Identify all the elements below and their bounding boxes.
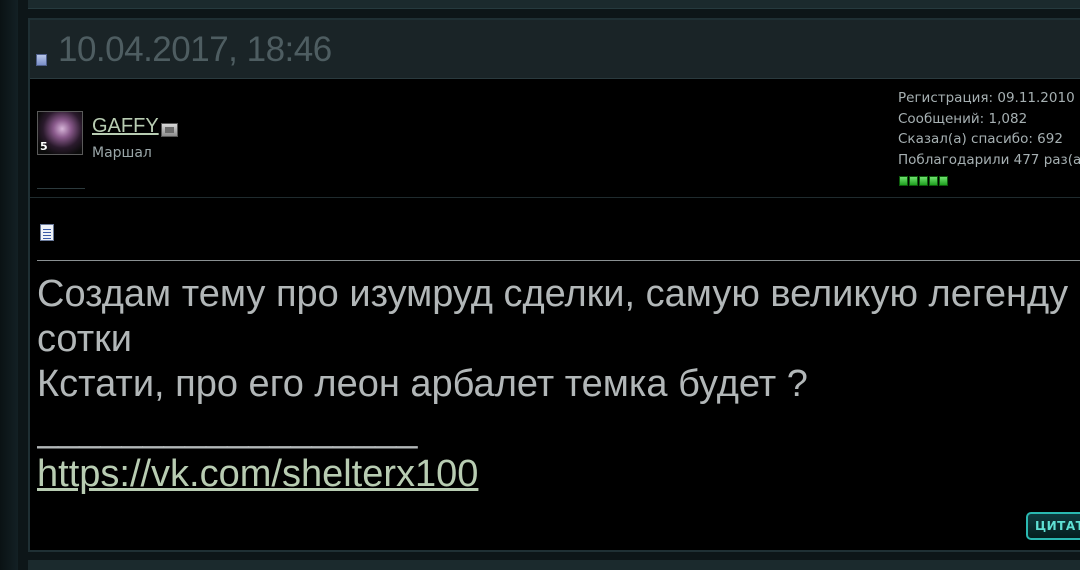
header-divider <box>30 197 1080 198</box>
stat-messages: Сообщений: 1,082 <box>898 110 1028 127</box>
stat-registration: Регистрация: 09.11.2010 <box>898 90 1075 106</box>
signature-link[interactable]: https://vk.com/shelterx100 <box>37 452 1080 497</box>
title-divider <box>37 260 1080 261</box>
user-info: 5 GAFFY Маршал Регистрация: 09.11.2010 С… <box>30 78 1080 196</box>
message-line: сотки <box>37 318 132 360</box>
forum-post: 10.04.2017, 18:46 5 GAFFY Маршал Регистр… <box>28 18 1080 552</box>
reputation-bar <box>899 176 948 186</box>
post-date: 10.04.2017, 18:46 <box>58 30 332 69</box>
stat-thanks-given: Сказал(а) спасибо: 692 <box>898 131 1063 147</box>
message-icon <box>40 224 54 241</box>
forum-page: 10.04.2017, 18:46 5 GAFFY Маршал Регистр… <box>0 0 1080 570</box>
username-link[interactable]: GAFFY <box>92 115 159 138</box>
message-line: Создам тему про изумруд сделки, самую ве… <box>37 273 1069 315</box>
avatar-badge: 5 <box>40 140 48 153</box>
user-stats: Регистрация: 09.11.2010 Сообщений: 1,082… <box>898 88 1080 170</box>
left-border <box>0 0 18 570</box>
reputation-segment <box>919 176 928 186</box>
signature-separator: __________________ <box>37 408 418 450</box>
quote-button[interactable]: ЦИТАТА <box>1026 512 1080 540</box>
next-post-edge <box>28 560 1080 570</box>
previous-post-edge <box>28 0 1080 9</box>
user-divider <box>37 188 85 189</box>
user-rank: Маршал <box>92 145 152 161</box>
message-body: Создам тему про изумруд сделки, самую ве… <box>37 272 1080 497</box>
post-header: 10.04.2017, 18:46 <box>30 20 1080 79</box>
stat-thanks-received: Поблагодарили 477 раз(а) <box>898 151 1080 168</box>
offline-status-icon <box>161 123 178 137</box>
avatar[interactable]: 5 <box>37 111 83 155</box>
reputation-segment <box>939 176 948 186</box>
reputation-segment <box>899 176 908 186</box>
reputation-segment <box>909 176 918 186</box>
post-marker-icon <box>36 54 47 66</box>
reputation-segment <box>929 176 938 186</box>
message-line: Кстати, про его леон арбалет темка будет… <box>37 363 808 405</box>
